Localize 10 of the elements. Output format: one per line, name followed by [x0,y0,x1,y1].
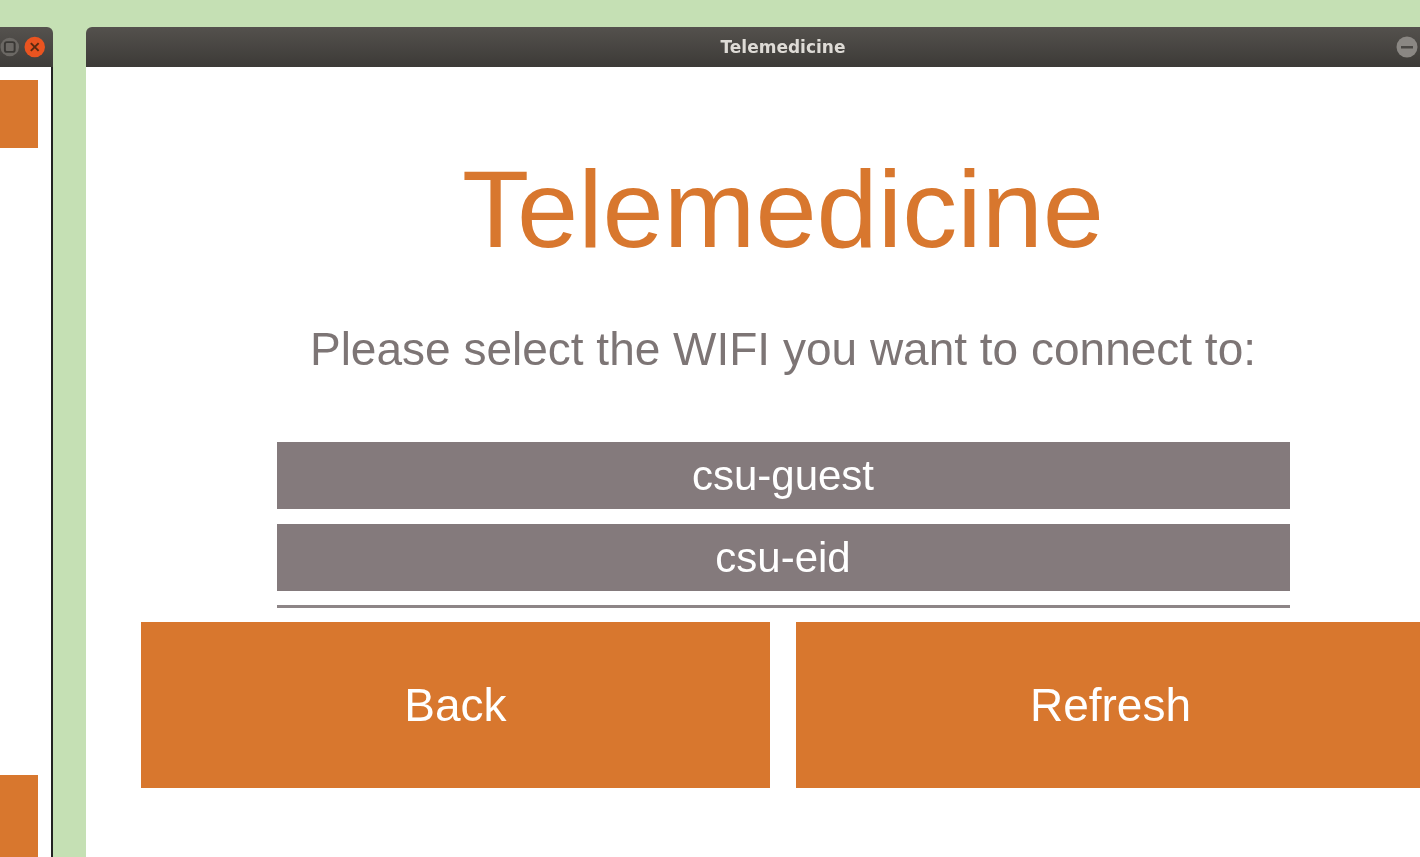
wifi-prompt: Please select the WIFI you want to connect to: [309,322,1256,377]
back-button[interactable]: Back [141,622,770,788]
app-heading: Telemedicine [462,149,1104,269]
wifi-list-item[interactable]: csu-guest [276,442,1290,509]
close-icon[interactable] [23,36,45,58]
wifi-list-item[interactable]: csu-eid [276,524,1290,591]
maximize-icon[interactable] [0,37,20,57]
minimize-icon[interactable] [1396,36,1418,58]
window-title: Telemedicine [720,37,846,57]
refresh-button[interactable]: Refresh [796,622,1420,788]
